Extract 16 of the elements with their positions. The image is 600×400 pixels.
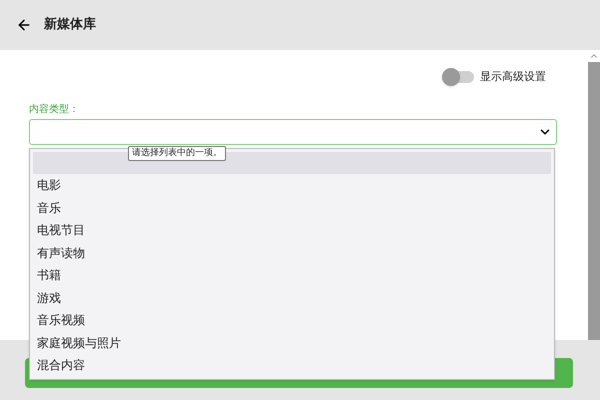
- page-title: 新媒体库: [44, 16, 96, 34]
- dropdown-option[interactable]: 音乐视频: [33, 309, 551, 332]
- dropdown-option[interactable]: 游戏: [33, 286, 551, 309]
- content-type-select[interactable]: [29, 118, 557, 144]
- dropdown-option[interactable]: 有声读物: [33, 242, 551, 264]
- dropdown-option[interactable]: 电影: [33, 174, 551, 196]
- dropdown-option[interactable]: 混合内容: [33, 354, 551, 376]
- validation-tooltip: 请选择列表中的一项。: [128, 146, 226, 161]
- dropdown-option[interactable]: 电视节目: [33, 219, 551, 242]
- dropdown-option[interactable]: 书籍: [33, 264, 551, 286]
- back-button[interactable]: [16, 17, 32, 33]
- toggle-label: 显示高级设置: [480, 69, 546, 85]
- toggle-switch[interactable]: [444, 71, 474, 84]
- dropdown-option[interactable]: 家庭视频与照片: [33, 332, 551, 354]
- field-label: 内容类型：: [29, 102, 79, 116]
- dropdown-option[interactable]: 音乐: [33, 196, 551, 219]
